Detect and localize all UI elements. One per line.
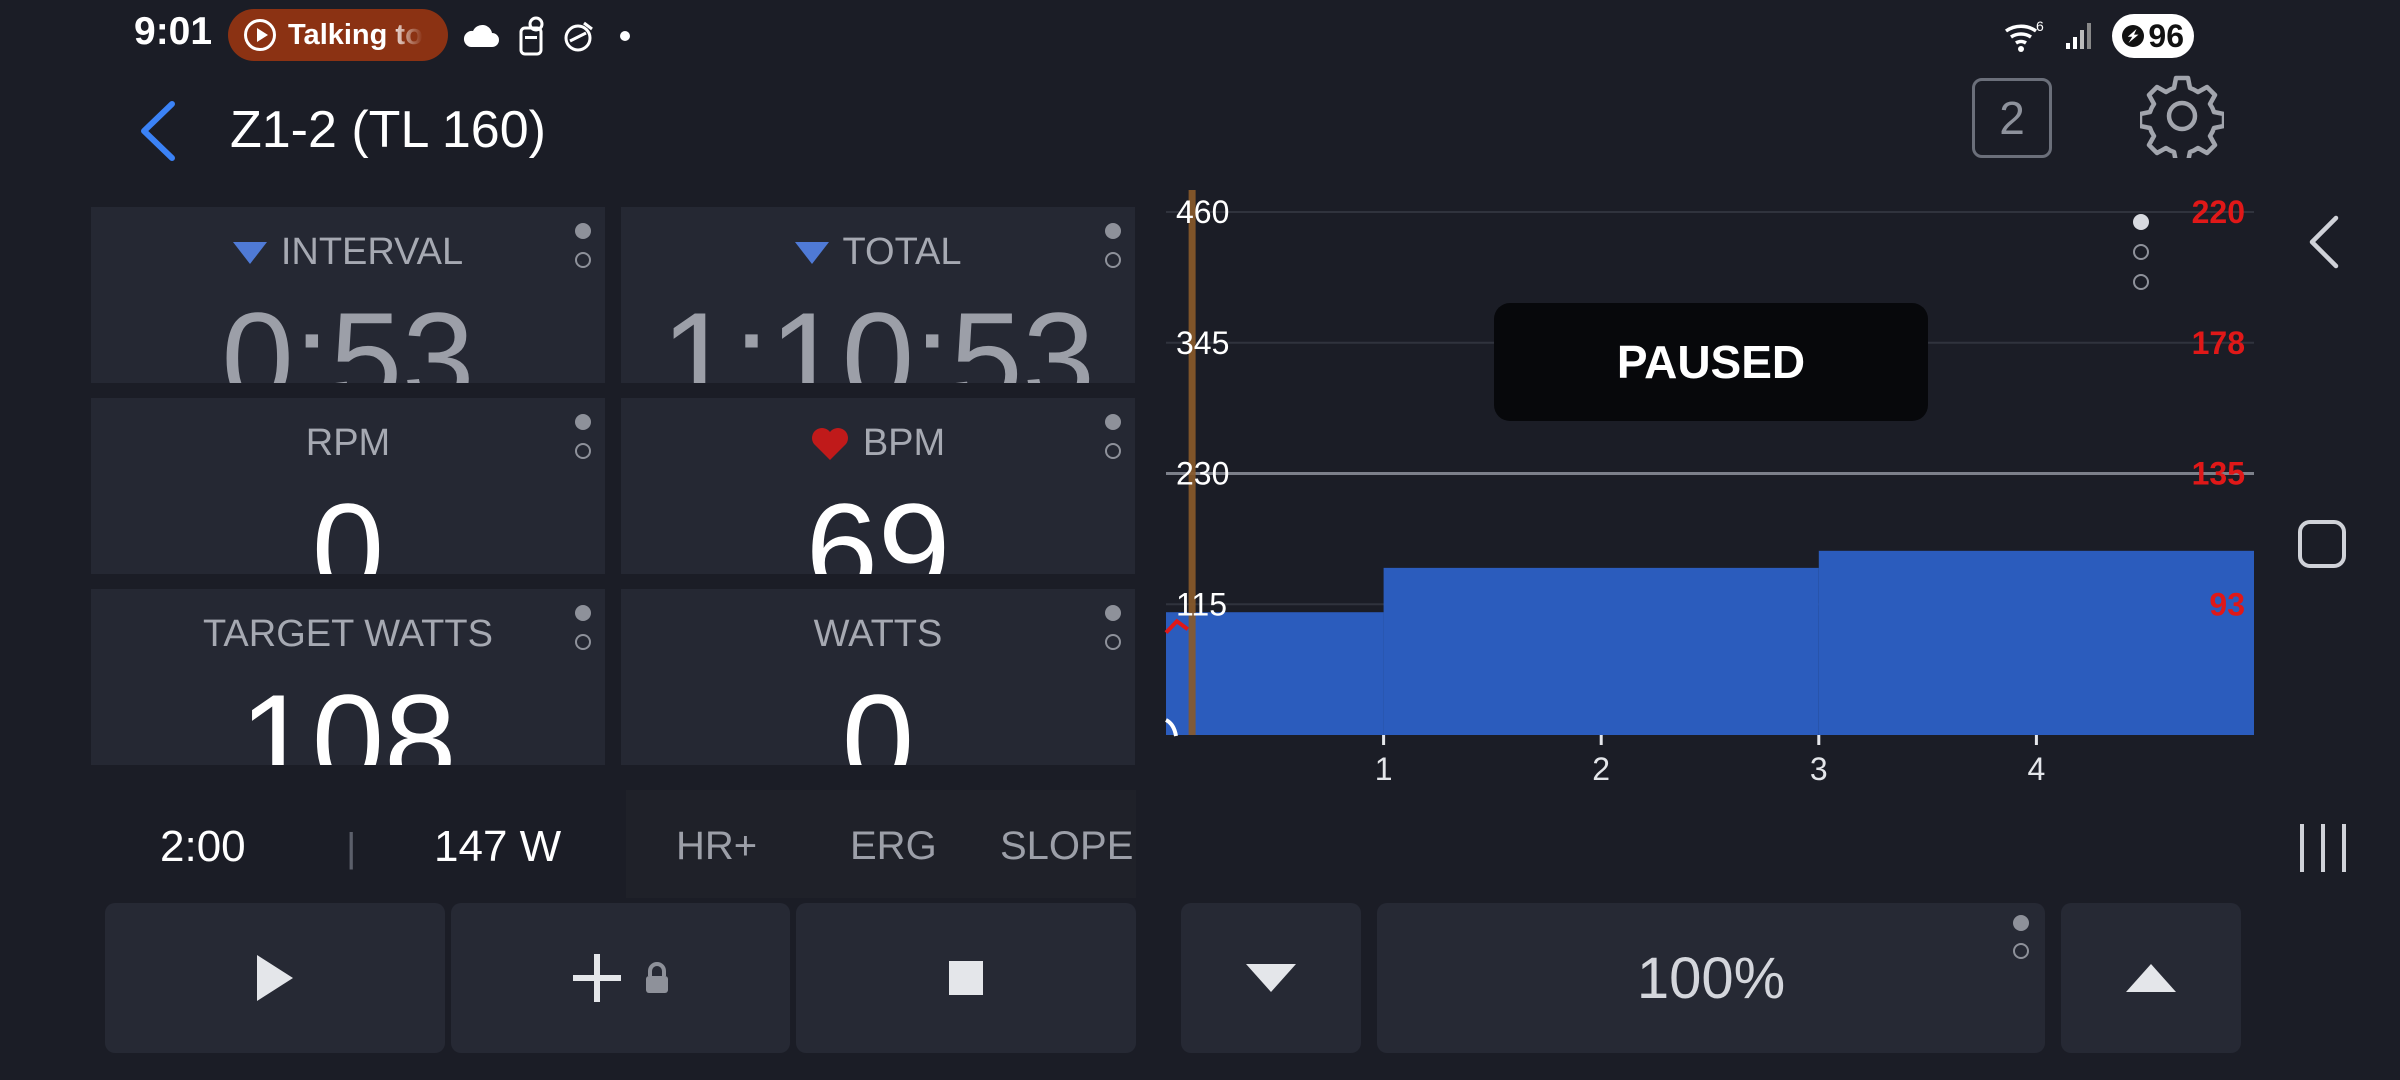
nav-back-icon[interactable]: [2300, 212, 2350, 272]
screen-count-button[interactable]: 2: [1972, 78, 2052, 158]
tile-total-label: TOTAL: [621, 231, 1135, 274]
triangle-up-icon: [2126, 964, 2176, 992]
play-button[interactable]: [105, 903, 445, 1053]
tile-bpm[interactable]: BPM 69: [621, 398, 1135, 574]
svg-text:6: 6: [2036, 19, 2044, 34]
page-dots: [1105, 414, 1123, 472]
page-dots: [575, 605, 593, 663]
tile-rpm-value: 0: [311, 476, 385, 574]
tile-watts-label: WATTS: [813, 613, 943, 655]
battery-level: 96: [2148, 17, 2184, 54]
intensity-display[interactable]: 100%: [1377, 903, 2045, 1053]
triangle-down-icon: [794, 241, 829, 264]
mode-hr-plus[interactable]: HR+: [676, 824, 757, 869]
wifi-icon: 6: [2005, 19, 2044, 52]
status-right: 6 96: [2002, 14, 2194, 58]
next-interval-watts: 147 W: [434, 822, 562, 871]
x-tick-label: 1: [1375, 751, 1393, 787]
nav-recents-icon[interactable]: [2296, 820, 2350, 876]
cloud-icon: [463, 24, 499, 47]
lock-icon: [645, 962, 668, 993]
page-dots: [1105, 605, 1123, 663]
tile-watts[interactable]: WATTS 0: [621, 589, 1135, 765]
y-right-tick-label: 220: [2192, 194, 2245, 230]
intensity-down-button[interactable]: [1181, 903, 1361, 1053]
charging-icon: [2122, 25, 2145, 47]
y-left-tick-label: 115: [1176, 586, 1227, 622]
play-circle-icon: [244, 19, 276, 51]
next-interval-time: 2:00: [160, 822, 246, 871]
y-left-tick-label: 230: [1176, 456, 1229, 492]
workout-step-bar: [1383, 567, 1819, 735]
tile-interval-label: INTERVAL: [91, 231, 605, 274]
page-dots: [1105, 223, 1123, 281]
battery-indicator: 96: [2112, 14, 2194, 58]
stop-icon: [949, 961, 983, 995]
tile-rpm[interactable]: RPM 0: [91, 398, 605, 574]
status-bar: 9:01 Talking to 6 96: [0, 0, 2400, 70]
app-icon: [564, 21, 593, 52]
triangle-down-icon: [1246, 964, 1296, 992]
x-tick-label: 3: [1810, 751, 1828, 787]
nav-home-icon[interactable]: [2298, 520, 2346, 568]
workout-step-bar: [1166, 612, 1384, 735]
y-right-tick-label: 135: [2192, 456, 2245, 492]
intensity-up-button[interactable]: [2061, 903, 2241, 1053]
tile-bpm-value: 69: [805, 476, 951, 574]
chevron-left-icon: [141, 101, 175, 161]
page-title: Z1-2 (TL 160): [230, 101, 546, 159]
tile-total-value: 1:10:53: [661, 285, 1095, 383]
y-left-tick-label: 460: [1176, 194, 1229, 230]
tile-bpm-label: BPM: [621, 422, 1135, 465]
page-dots: [2013, 915, 2031, 971]
y-left-tick-label: 345: [1176, 325, 1229, 361]
page-dots: [575, 414, 593, 472]
x-tick-label: 4: [2028, 751, 2046, 787]
gear-icon[interactable]: [2140, 74, 2224, 158]
y-right-tick-label: 93: [2209, 586, 2245, 622]
workout-step-bar: [1818, 550, 2254, 735]
tile-interval-value: 0:53: [221, 285, 475, 383]
tile-target-watts-value: 108: [239, 667, 457, 765]
tile-target-watts-label: TARGET WATTS: [203, 613, 493, 655]
media-playing-pill[interactable]: Talking to: [228, 9, 448, 61]
intensity-value: 100%: [1636, 945, 1786, 1011]
tile-target-watts[interactable]: TARGET WATTS 108: [91, 589, 605, 765]
add-interval-button[interactable]: [451, 903, 790, 1053]
workout-chart[interactable]: 460 345 230 115 220 178 135 93 1 2 3 4: [1160, 190, 2280, 810]
tile-total[interactable]: TOTAL 1:10:53: [621, 207, 1135, 383]
y-right-tick-label: 178: [2192, 325, 2245, 361]
mode-slope[interactable]: SLOPE: [1000, 824, 1133, 869]
paused-overlay: PAUSED: [1494, 303, 1928, 421]
dot-indicator: [620, 31, 630, 41]
signal-icon: [2066, 23, 2092, 49]
heart-icon: [811, 427, 848, 460]
alarm-icon: [519, 16, 544, 56]
back-button[interactable]: [128, 96, 188, 166]
plus-icon: [572, 954, 621, 1002]
tile-watts-value: 0: [841, 667, 915, 765]
info-separator: |: [346, 826, 357, 870]
page-dots: [575, 223, 593, 281]
x-tick-label: 2: [1592, 751, 1610, 787]
media-pill-text: Talking to: [288, 18, 423, 51]
status-time: 9:01: [134, 10, 213, 53]
stop-button[interactable]: [796, 903, 1136, 1053]
chart-page-dots: [2133, 214, 2151, 304]
tile-interval[interactable]: INTERVAL 0:53: [91, 207, 605, 383]
triangle-down-icon: [232, 241, 267, 264]
notification-icons: [462, 16, 630, 56]
tile-rpm-label: RPM: [305, 422, 391, 464]
mode-erg[interactable]: ERG: [850, 824, 937, 869]
play-icon: [257, 955, 293, 1001]
